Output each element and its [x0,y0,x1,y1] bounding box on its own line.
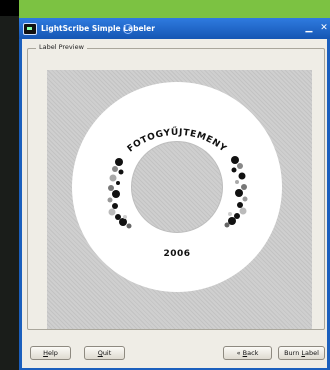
title-status-icon [123,24,133,34]
burn-label-button[interactable]: Burn Label [278,346,325,360]
minimize-icon[interactable]: ▁ [303,22,315,34]
quit-button-label: uit [102,349,112,357]
disc-year-text: 2006 [163,249,191,259]
window-client-area: Label Preview FOTOGYŰJTEMENY 2006 Help Q… [22,39,327,368]
burn-label-text: abel [305,349,319,357]
label-preview-canvas: FOTOGYŰJTEMENY 2006 [47,70,312,329]
label-preview-group: Label Preview FOTOGYŰJTEMENY 2006 [27,43,325,330]
help-button[interactable]: Help [30,346,71,360]
background-dark-strip [0,0,19,370]
disc-preview: FOTOGYŰJTEMENY 2006 [72,82,282,292]
label-preview-title: Label Preview [36,43,87,51]
left-floral-ornament [107,158,132,229]
burn-label-prefix: Burn [284,349,302,357]
labeler-window: LightScribe Simple Labeler ▁ ✕ Label Pre… [19,18,330,370]
close-icon[interactable]: ✕ [318,22,330,34]
window-title: LightScribe Simple Labeler [41,24,155,33]
background-dark-tab [0,0,19,16]
disc-title-text: FOTOGYŰJTEMENY [126,127,228,155]
help-button-label: elp [47,349,58,357]
disc-artwork: FOTOGYŰJTEMENY [107,127,248,229]
right-floral-ornament [224,156,248,228]
back-button[interactable]: « Back [223,346,272,360]
back-button-label: ack [247,349,259,357]
disc-title-path: FOTOGYŰJTEMENY [126,127,228,155]
title-bar[interactable]: LightScribe Simple Labeler ▁ ✕ [19,18,330,39]
quit-button[interactable]: Quit [84,346,125,360]
lightscribe-app-icon[interactable] [23,23,37,35]
